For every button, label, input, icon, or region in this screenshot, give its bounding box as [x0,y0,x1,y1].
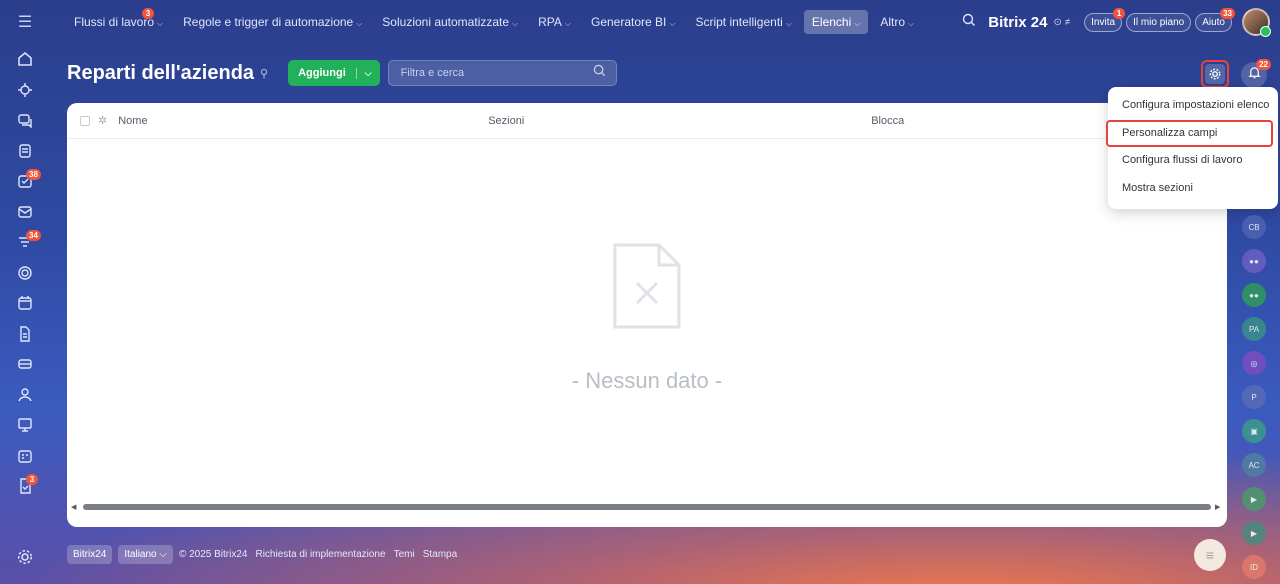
gear-icon[interactable] [17,549,33,570]
workflows-badge: 3 [142,8,154,19]
feed-badge: 34 [26,230,41,241]
video-call-icon[interactable]: ▶ [1242,487,1266,511]
add-button[interactable]: Aggiungi ⌵ [288,60,380,86]
page-title: Reparti dell'azienda [67,61,255,84]
crm-icon[interactable] [0,258,50,289]
search-input[interactable] [400,67,581,79]
scroll-right-icon[interactable]: ▶ [1215,503,1223,511]
brand-logo[interactable]: Bitrix 24 [988,14,1047,31]
list-settings-button[interactable] [1201,60,1229,88]
footer-link-print[interactable]: Stampa [423,549,457,560]
column-header-sections[interactable]: Sezioni [488,115,871,127]
chat-avatar[interactable]: PA [1242,317,1266,341]
invite-button[interactable]: Invita 1 [1084,7,1126,32]
left-sidebar: ☰ 38 34 3 [0,0,50,584]
chat-avatar-icon[interactable]: ▣ [1242,419,1266,443]
help-badge: 33 [1220,7,1235,19]
chat-avatar-icon[interactable]: ◎ [1242,351,1266,375]
notifications-button[interactable]: 22 [1241,59,1271,88]
table-header: ✲ Nome Sezioni Blocca [67,103,1227,139]
scrollbar-thumb[interactable] [83,504,1211,510]
column-header-lock[interactable]: Blocca [871,115,904,127]
top-right-area: Bitrix 24 ⊙ ≠ Invita 1 Il mio piano Aiuto… [962,0,1271,44]
top-navigation-bar: Flussi di lavoro ⌵ 3 Regole e trigger di a… [50,0,1280,44]
chat-avatar[interactable]: AC [1242,453,1266,477]
hamburger-menu-icon[interactable]: ☰ [0,0,50,44]
chevron-down-icon[interactable]: ⌵ [355,67,380,79]
nav-item-automated-solutions[interactable]: Soluzioni automatizzate ⌵ [374,10,526,34]
home-icon[interactable] [0,44,50,75]
chat-avatar[interactable]: ID [1242,555,1266,579]
brand-status-icon: ⊙ ≠ [1053,16,1071,28]
footer-link-implementation[interactable]: Richiesta di implementazione [255,549,385,560]
approvals-badge: 3 [26,474,38,485]
nav-item-lists[interactable]: Elenchi ⌵ [803,10,869,34]
document-icon[interactable] [0,319,50,350]
approvals-icon[interactable]: 3 [0,471,50,502]
search-icon[interactable] [593,64,606,82]
empty-state: - Nessun dato - [67,243,1227,394]
page-header: Reparti dell'azienda ⚲ Aggiungi ⌵ [67,60,617,86]
nav-item-bi-builder[interactable]: Generatore BI ⌵ [583,10,683,34]
filter-icon[interactable]: 34 [0,227,50,258]
menu-item-customize-fields[interactable]: Personalizza campi [1106,119,1273,147]
my-plan-button[interactable]: Il mio piano [1126,12,1192,32]
employees-icon[interactable] [0,380,50,411]
group-avatar-icon[interactable]: ●● [1242,249,1266,273]
nav-item-rpa[interactable]: RPA ⌵ [530,10,579,34]
pin-icon[interactable]: ⚲ [260,67,268,80]
language-selector[interactable]: Italiano ⌵ [118,545,173,564]
nav-item-workflows[interactable]: Flussi di lavoro ⌵ 3 [66,8,171,34]
chat-icon[interactable] [0,105,50,136]
feed-icon[interactable] [0,136,50,167]
video-call-icon[interactable]: ▶ [1242,521,1266,545]
chat-avatar[interactable]: CB [1242,215,1266,239]
planner-icon[interactable] [0,441,50,472]
mail-icon[interactable] [0,197,50,228]
menu-item-show-sections[interactable]: Mostra sezioni [1108,175,1278,203]
storage-icon[interactable] [0,349,50,380]
menu-lines-icon[interactable]: ≡ [1206,547,1214,563]
column-settings-icon[interactable]: ✲ [98,114,107,127]
nav-item-automation-rules[interactable]: Regole e trigger di automazione ⌵ [175,10,370,34]
page-footer: Bitrix24 Italiano ⌵ © 2025 Bitrix24 Rich… [67,545,465,564]
scroll-left-icon[interactable]: ◀ [71,503,79,511]
chat-avatar[interactable]: P [1242,385,1266,409]
user-avatar[interactable] [1242,8,1271,37]
online-status-icon [1260,26,1271,37]
tasks-icon[interactable]: 38 [0,166,50,197]
list-grid-panel: ✲ Nome Sezioni Blocca - Nessun dato - ◀ … [67,103,1227,527]
empty-message: - Nessun dato - [571,368,723,393]
column-header-name[interactable]: Nome [118,115,488,127]
gear-icon[interactable] [1205,64,1225,84]
footer-brand-button[interactable]: Bitrix24 [67,545,113,564]
automation-icon[interactable] [0,75,50,106]
calendar-icon[interactable] [0,288,50,319]
select-all-checkbox[interactable] [80,115,90,126]
menu-item-configure-list-settings[interactable]: Configura impostazioni elenco [1108,92,1278,120]
help-button[interactable]: Aiuto 33 [1195,7,1235,32]
empty-document-icon [613,243,681,329]
top-nav-menu: Flussi di lavoro ⌵ 3 Regole e trigger di a… [66,8,926,34]
quick-menu-button[interactable]: ≡ [1194,539,1226,571]
invite-badge: 1 [1113,7,1126,19]
tasks-badge: 38 [26,169,41,180]
footer-copyright: © 2025 Bitrix24 [178,549,248,560]
presentation-icon[interactable] [0,410,50,441]
horizontal-scrollbar[interactable]: ◀ ▶ [71,503,1223,511]
filter-search-box[interactable] [387,60,617,86]
footer-link-themes[interactable]: Temi [394,549,415,560]
nav-item-more[interactable]: Altro ⌵ [872,10,922,34]
notifications-badge: 22 [1256,59,1271,70]
right-sidebar: CB ●● ●● PA ◎ P ▣ AC ▶ ▶ ID [1241,215,1267,584]
search-icon[interactable] [962,13,976,32]
settings-dropdown-menu: Configura impostazioni elenco Personaliz… [1106,87,1278,209]
group-avatar-icon[interactable]: ●● [1242,283,1266,307]
nav-item-smart-scripts[interactable]: Script intelligenti ⌵ [687,10,799,34]
menu-item-configure-workflows[interactable]: Configura flussi di lavoro [1108,147,1278,175]
add-button-label[interactable]: Aggiungi [288,67,356,79]
